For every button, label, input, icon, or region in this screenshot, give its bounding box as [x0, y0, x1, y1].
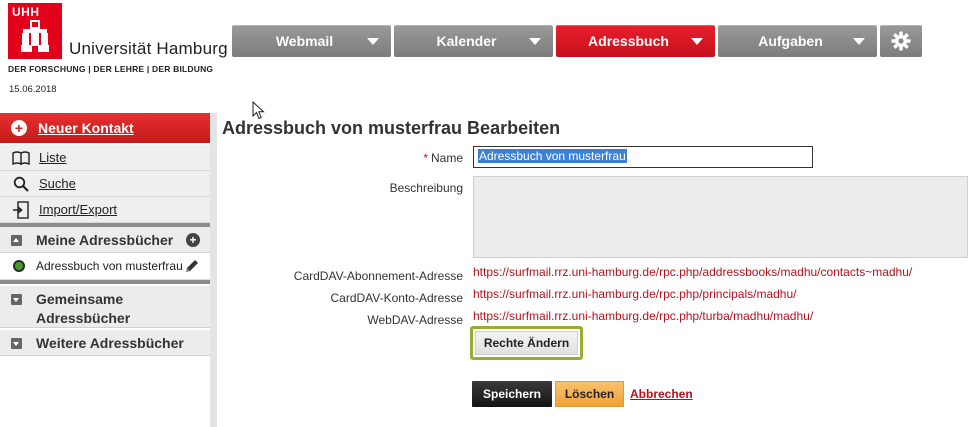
page-title: Adressbuch von musterfrau Bearbeiten — [222, 118, 561, 138]
add-addressbook-icon[interactable]: + — [186, 233, 200, 247]
import-export-icon — [12, 200, 30, 219]
nav-webmail[interactable]: Webmail — [232, 25, 391, 57]
expand-icon[interactable] — [11, 294, 22, 305]
mouse-cursor-icon — [252, 101, 265, 120]
logo-lettering: UHH — [12, 5, 40, 19]
carddav-account-label: CardDAV-Konto-Adresse — [330, 291, 463, 305]
nav-aufgaben[interactable]: Aufgaben — [718, 25, 877, 57]
uhh-logo-mark: UHH — [8, 3, 62, 59]
cancel-link[interactable]: Abbrechen — [630, 387, 693, 401]
nav-adressbuch[interactable]: Adressbuch — [556, 25, 715, 57]
chevron-down-icon[interactable] — [691, 38, 703, 45]
my-addressbooks-title: Meine Adressbücher — [36, 232, 174, 248]
my-addressbooks-header[interactable]: Meine Adressbücher + — [0, 227, 210, 253]
nav-adressbuch-label: Adressbuch — [588, 33, 669, 49]
new-contact-label: Neuer Kontakt — [38, 120, 134, 136]
name-field-value: Adressbuch von musterfrau — [478, 149, 627, 163]
new-contact-button[interactable]: + Neuer Kontakt — [0, 113, 210, 143]
university-tagline: DER FORSCHUNG | DER LEHRE | DER BILDUNG — [8, 64, 214, 74]
chevron-down-icon[interactable] — [853, 38, 865, 45]
carddav-subscription-label: CardDAV-Abonnement-Adresse — [293, 269, 463, 283]
nav-aufgaben-label: Aufgaben — [758, 33, 823, 49]
sidebar-item-import-export[interactable]: Import/Export — [0, 197, 210, 223]
required-marker: * — [423, 151, 428, 165]
university-logo: UHH Universität Hamburg DER FORSCHUNG | … — [8, 3, 228, 74]
name-label-text: Name — [430, 151, 463, 165]
carddav-subscription-url[interactable]: https://surfmail.rrz.uni-hamburg.de/rpc.… — [473, 265, 912, 279]
chevron-down-icon[interactable] — [529, 38, 541, 45]
pencil-icon[interactable] — [184, 258, 200, 277]
description-label: Beschreibung — [389, 181, 463, 195]
divider — [0, 280, 210, 284]
sidebar: + Neuer Kontakt Liste Suche Import/Expor… — [0, 113, 210, 427]
sidebar-item-label: Suche — [39, 176, 76, 191]
addressbook-item-label: Adressbuch von musterfrau — [36, 259, 183, 273]
current-date: 15.06.2018 — [9, 84, 57, 95]
name-field[interactable]: Adressbuch von musterfrau — [473, 146, 813, 168]
search-icon — [12, 175, 30, 193]
gear-icon — [891, 31, 911, 51]
nav-kalender-label: Kalender — [436, 33, 497, 49]
nav-kalender[interactable]: Kalender — [394, 25, 553, 57]
shared-addressbooks-header[interactable]: Gemeinsame Adressbücher — [0, 286, 210, 328]
chevron-down-icon[interactable] — [367, 38, 379, 45]
addressbook-active-indicator[interactable] — [13, 260, 25, 272]
save-button[interactable]: Speichern — [472, 381, 552, 407]
name-label: * Name — [423, 151, 463, 165]
sidebar-item-label: Import/Export — [39, 202, 118, 217]
settings-button[interactable] — [880, 25, 922, 57]
collapse-icon[interactable] — [11, 235, 22, 246]
sidebar-scroll-rail[interactable] — [210, 113, 217, 427]
change-rights-button[interactable]: Rechte Ändern — [475, 331, 578, 355]
addressbook-item[interactable]: Adressbuch von musterfrau — [0, 253, 210, 280]
shared-addressbooks-title: Gemeinsame Adressbücher — [36, 291, 131, 326]
more-addressbooks-title: Weitere Adressbücher — [36, 335, 184, 351]
delete-button[interactable]: Löschen — [555, 381, 624, 407]
carddav-account-url[interactable]: https://surfmail.rrz.uni-hamburg.de/rpc.… — [473, 287, 796, 301]
castle-icon — [21, 20, 49, 52]
sidebar-item-label: Liste — [39, 150, 67, 165]
description-field[interactable] — [473, 176, 968, 258]
more-addressbooks-header[interactable]: Weitere Adressbücher — [0, 330, 210, 356]
sidebar-item-suche[interactable]: Suche — [0, 171, 210, 197]
university-name: Universität Hamburg — [69, 39, 228, 58]
nav-webmail-label: Webmail — [275, 33, 334, 49]
sidebar-item-liste[interactable]: Liste — [0, 145, 210, 171]
expand-icon[interactable] — [11, 338, 22, 349]
webdav-label: WebDAV-Adresse — [367, 313, 463, 327]
webdav-url[interactable]: https://surfmail.rrz.uni-hamburg.de/rpc.… — [473, 309, 813, 323]
plus-circle-icon: + — [11, 120, 27, 136]
book-icon — [12, 149, 30, 167]
